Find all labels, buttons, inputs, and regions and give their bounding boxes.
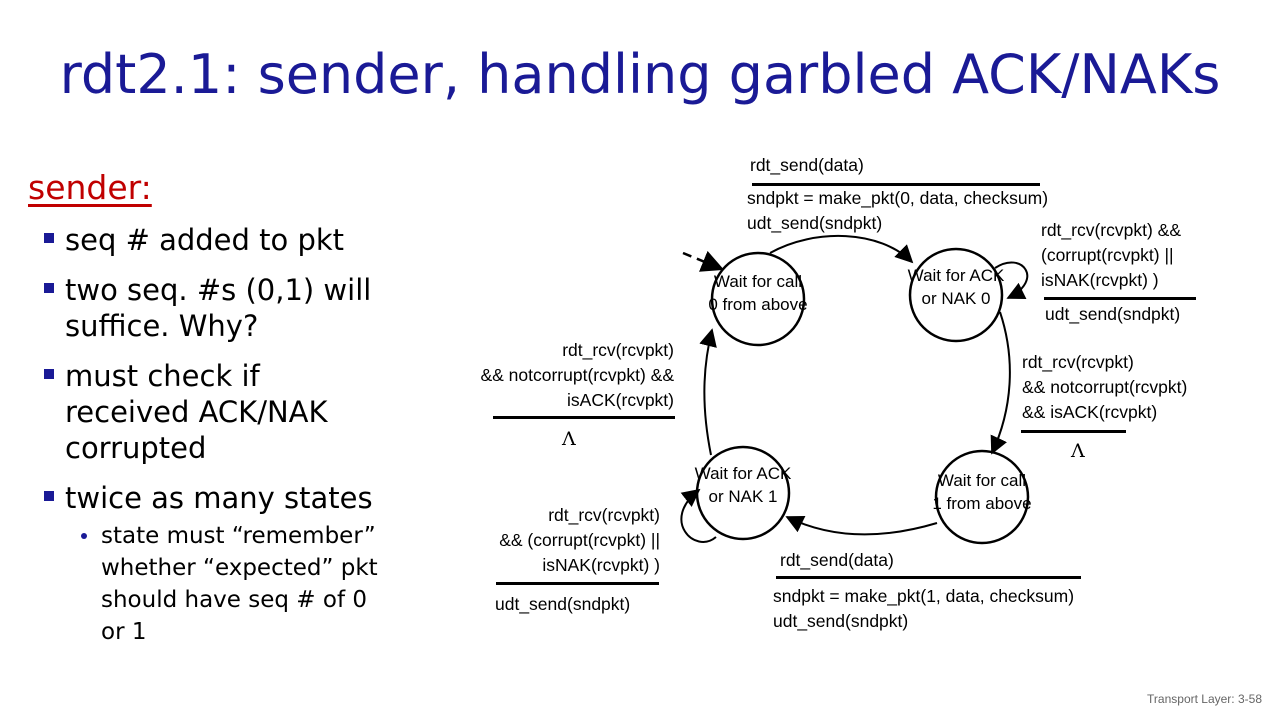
transition-event-s0-s1: rdt_send(data)	[750, 155, 864, 175]
transition-event-s2-s3: rdt_send(data)	[780, 550, 894, 570]
transition-action-s2-s3: sndpkt = make_pkt(1, data, checksum) udt…	[773, 586, 1075, 631]
arrow-s0-s1	[769, 234, 914, 264]
transition-event-s1-self: rdt_rcv(rcvpkt) && (corrupt(rcvpkt) || i…	[1041, 220, 1182, 290]
initial-state-arrow	[682, 250, 725, 272]
arrow-s3-s0	[699, 328, 717, 456]
state-label-wait-ack-0: Wait for ACK or NAK 0	[907, 266, 1005, 308]
state-label-wait-call-0: Wait for call 0 from above	[708, 272, 808, 314]
transition-action-s1-self: udt_send(sndpkt)	[1045, 304, 1181, 324]
transition-divider	[1044, 297, 1196, 300]
transition-divider	[493, 416, 675, 419]
slide-footer: Transport Layer: 3-58	[1147, 692, 1262, 706]
arrow-s1-s2	[990, 311, 1011, 455]
transition-divider	[496, 582, 659, 585]
transition-divider	[776, 576, 1081, 579]
transition-action-s3-self: udt_send(sndpkt)	[495, 594, 631, 614]
transition-divider	[1021, 430, 1126, 433]
transition-action-s0-s1: sndpkt = make_pkt(0, data, checksum) udt…	[747, 188, 1049, 233]
transition-event-s3-self: rdt_rcv(rcvpkt) && (corrupt(rcvpkt) || i…	[499, 505, 660, 575]
transition-action-s1-s2: Λ	[1071, 440, 1085, 462]
transition-event-s1-s2: rdt_rcv(rcvpkt) && notcorrupt(rcvpkt) &&…	[1022, 352, 1188, 422]
transition-action-s3-s0: Λ	[562, 428, 576, 450]
transition-event-s3-s0: rdt_rcv(rcvpkt) && notcorrupt(rcvpkt) &&…	[480, 340, 674, 410]
state-label-wait-call-1: Wait for call 1 from above	[932, 471, 1032, 513]
state-label-wait-ack-1: Wait for ACK or NAK 1	[694, 464, 792, 506]
arrow-s2-s3	[785, 516, 938, 536]
